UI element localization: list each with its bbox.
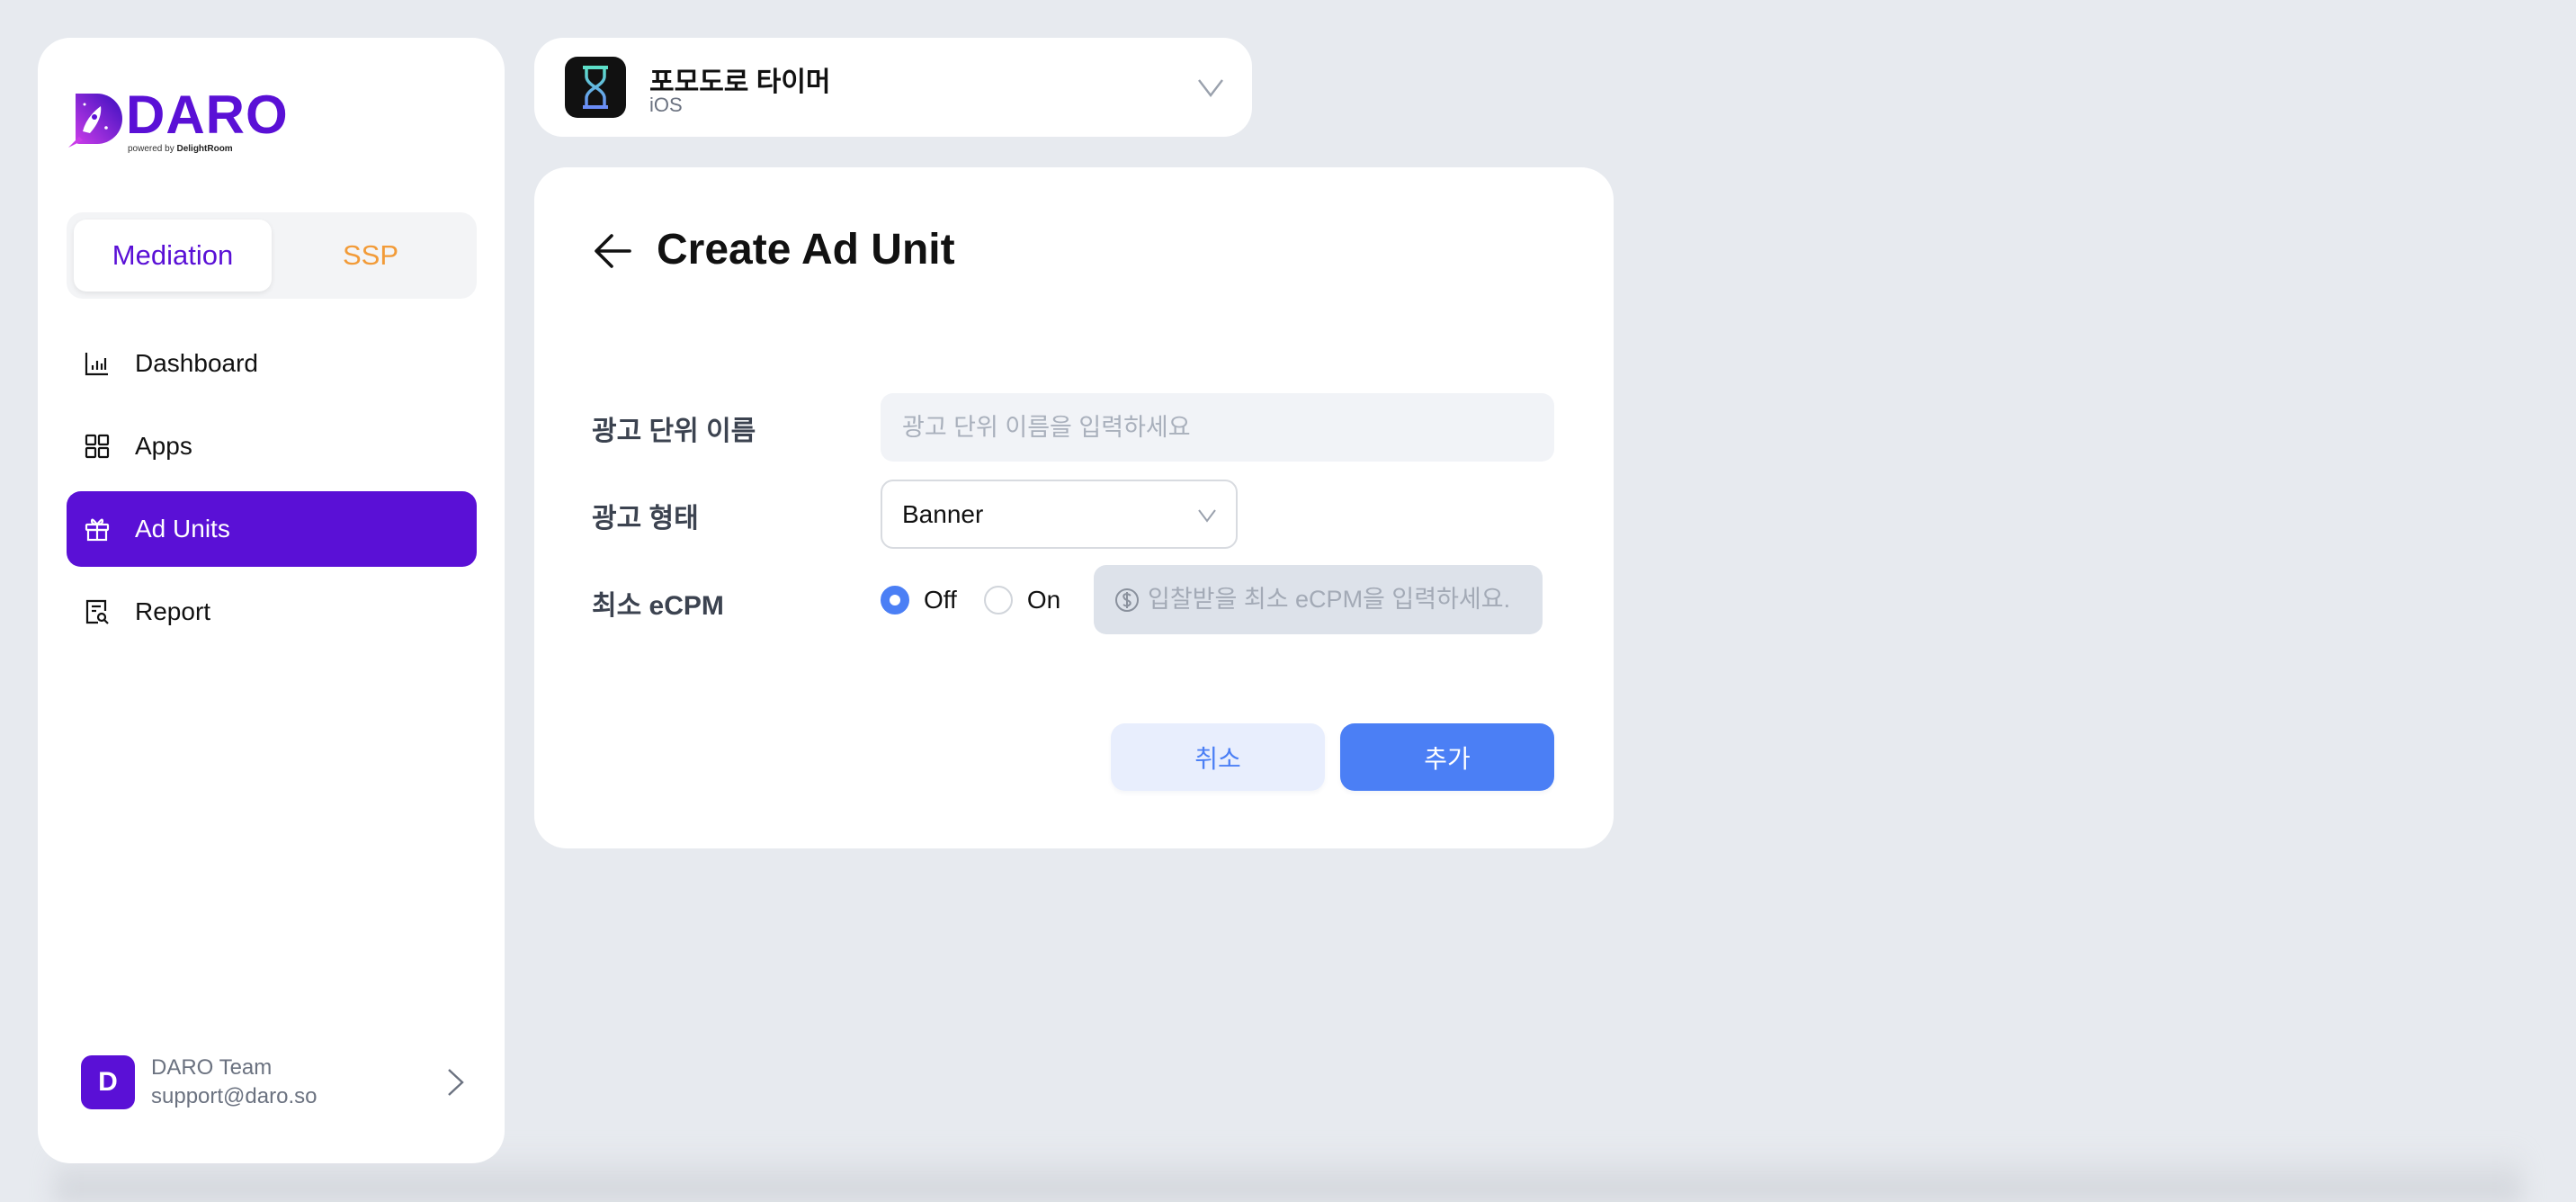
grid-icon [83, 432, 112, 461]
min-ecpm-radio-group: Off On [881, 565, 1087, 634]
sidebar-nav: Dashboard Apps Ad Units Report [67, 326, 477, 657]
sidebar-item-label: Report [135, 597, 211, 625]
mode-segmented-control: Mediation SSP [67, 212, 477, 299]
sidebar-item-label: Dashboard [135, 349, 258, 377]
segment-ssp[interactable]: SSP [272, 220, 470, 292]
sidebar-item-ad-units[interactable]: Ad Units [67, 491, 477, 567]
rocket-logo-icon [68, 94, 122, 148]
min-ecpm-label: 최소 eCPM [592, 591, 724, 621]
radio-label: On [1026, 585, 1061, 614]
sidebar-item-report[interactable]: Report [67, 574, 477, 650]
sidebar-item-label: Apps [135, 432, 192, 460]
ad-unit-name-label: 광고 단위 이름 [592, 417, 756, 446]
app-selector-dropdown[interactable]: 포모도로 타이머 iOS [534, 38, 1252, 137]
radio-unchecked-icon [983, 585, 1013, 614]
ad-type-label: 광고 형태 [592, 504, 699, 534]
sidebar-item-dashboard[interactable]: Dashboard [67, 326, 477, 401]
gift-icon [83, 515, 112, 543]
cancel-button[interactable]: 취소 [1111, 723, 1325, 791]
chevron-right-icon [448, 1069, 464, 1096]
segment-mediation[interactable]: Mediation [74, 220, 272, 292]
ecpm-on-radio[interactable]: On [983, 585, 1061, 614]
user-account-menu[interactable]: D DARO Team support@daro.so [81, 1053, 468, 1112]
logo-wordmark: DARO [126, 85, 289, 145]
radio-label: Off [924, 585, 957, 614]
sidebar: DARO powered by DelightRoom Mediation SS… [38, 38, 505, 1163]
app-icon [565, 57, 626, 118]
tagline-prefix: powered by [128, 144, 174, 154]
tagline-company: DelightRoom [176, 144, 233, 154]
user-info: DARO Team support@daro.so [151, 1054, 317, 1111]
min-ecpm-field [1094, 565, 1543, 634]
chevron-down-icon [1198, 79, 1223, 97]
page-title: Create Ad Unit [657, 226, 955, 274]
ad-unit-name-input[interactable] [881, 393, 1554, 462]
ecpm-off-radio[interactable]: Off [881, 585, 957, 614]
user-email: support@daro.so [151, 1084, 318, 1108]
bar-chart-icon [83, 349, 112, 378]
avatar: D [81, 1055, 135, 1109]
app-platform: iOS [649, 94, 683, 116]
sidebar-item-apps[interactable]: Apps [67, 408, 477, 484]
create-ad-unit-card: Create Ad Unit 광고 단위 이름 광고 형태 Banner 최소 … [534, 167, 1614, 848]
dollar-circle-icon [1115, 588, 1139, 612]
user-name: DARO Team [151, 1055, 273, 1080]
report-search-icon [83, 597, 112, 626]
ad-type-select[interactable]: Banner [881, 480, 1238, 549]
logo-tagline: powered by DelightRoom [128, 144, 233, 154]
back-arrow-icon[interactable] [590, 229, 635, 274]
min-ecpm-input[interactable] [1148, 586, 1534, 614]
chevron-down-icon [1198, 509, 1216, 523]
add-button[interactable]: 추가 [1340, 723, 1554, 791]
radio-checked-icon [881, 585, 909, 614]
sidebar-item-label: Ad Units [135, 515, 230, 543]
daro-logo[interactable]: DARO powered by DelightRoom [67, 85, 300, 157]
ad-type-value: Banner [902, 499, 984, 528]
hourglass-icon [583, 66, 608, 109]
